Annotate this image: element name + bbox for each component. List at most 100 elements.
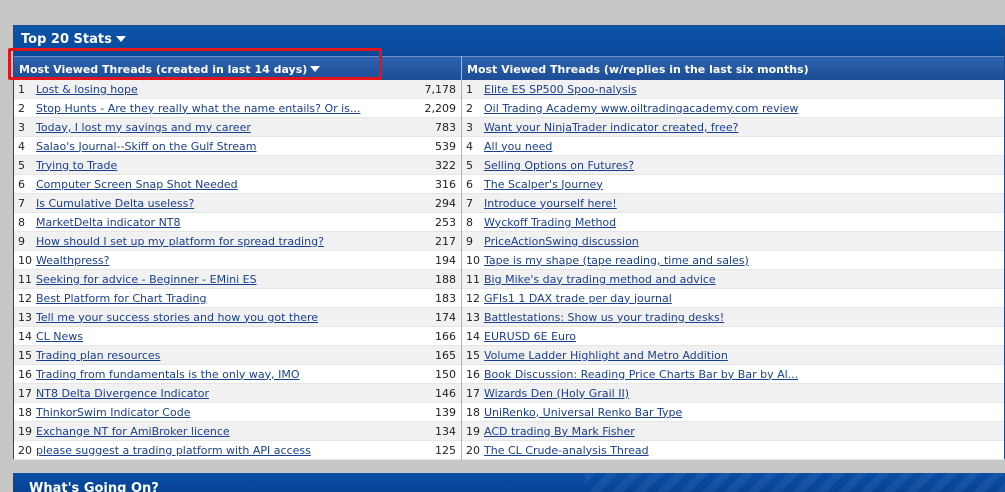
thread-link[interactable]: Battlestations: Show us your trading des… bbox=[484, 311, 1004, 324]
thread-link[interactable]: Today, I lost my savings and my career bbox=[36, 121, 401, 134]
thread-row: 6 The Scalper's Journey bbox=[462, 175, 1004, 194]
thread-link[interactable]: All you need bbox=[484, 140, 1004, 153]
thread-link[interactable]: Exchange NT for AmiBroker licence bbox=[36, 425, 401, 438]
thread-rank: 19 bbox=[18, 424, 32, 438]
thread-link[interactable]: Wyckoff Trading Method bbox=[484, 216, 1004, 229]
thread-link[interactable]: Elite ES SP500 Spoo-nalysis bbox=[484, 83, 1004, 96]
thread-rank: 20 bbox=[18, 443, 32, 457]
right-column-header: Most Viewed Threads (w/replies in the la… bbox=[462, 56, 1004, 80]
stats-columns: Most Viewed Threads (created in last 14 … bbox=[14, 56, 1004, 460]
left-column: Most Viewed Threads (created in last 14 … bbox=[14, 56, 461, 460]
thread-rank: 7 bbox=[466, 196, 473, 210]
thread-rank: 5 bbox=[18, 158, 25, 172]
thread-views: 253 bbox=[435, 215, 456, 229]
whats-going-on-header: What's Going On? bbox=[13, 473, 1005, 492]
thread-link[interactable]: Stop Hunts - Are they really what the na… bbox=[36, 102, 401, 115]
thread-link[interactable]: GFIs1 1 DAX trade per day journal bbox=[484, 292, 1004, 305]
header-decoration bbox=[585, 473, 1005, 492]
thread-link[interactable]: NT8 Delta Divergence Indicator bbox=[36, 387, 401, 400]
thread-row: 10 Wealthpress? 194 bbox=[14, 251, 461, 270]
thread-link[interactable]: Wizards Den (Holy Grail II) bbox=[484, 387, 1004, 400]
thread-views: 217 bbox=[435, 234, 456, 248]
thread-link[interactable]: Volume Ladder Highlight and Metro Additi… bbox=[484, 349, 1004, 362]
thread-link[interactable]: The CL Crude-analysis Thread bbox=[484, 444, 1004, 457]
thread-rank: 2 bbox=[466, 101, 473, 115]
thread-rank: 1 bbox=[18, 82, 25, 96]
thread-link[interactable]: Is Cumulative Delta useless? bbox=[36, 197, 401, 210]
thread-link[interactable]: Selling Options on Futures? bbox=[484, 159, 1004, 172]
top-stats-panel: Top 20 Stats Most Viewed Threads (create… bbox=[13, 25, 1005, 460]
thread-link[interactable]: Lost & losing hope bbox=[36, 83, 401, 96]
thread-link[interactable]: How should I set up my platform for spre… bbox=[36, 235, 401, 248]
thread-link[interactable]: Computer Screen Snap Shot Needed bbox=[36, 178, 401, 191]
thread-link[interactable]: Best Platform for Chart Trading bbox=[36, 292, 401, 305]
thread-views: 139 bbox=[435, 405, 456, 419]
thread-row: 5 Selling Options on Futures? bbox=[462, 156, 1004, 175]
thread-views: 183 bbox=[435, 291, 456, 305]
thread-row: 10 Tape is my shape (tape reading, time a… bbox=[462, 251, 1004, 270]
thread-rank: 7 bbox=[18, 196, 25, 210]
thread-link[interactable]: Want your NinjaTrader indicator created,… bbox=[484, 121, 1004, 134]
thread-rank: 10 bbox=[18, 253, 32, 267]
thread-link[interactable]: CL News bbox=[36, 330, 401, 343]
thread-rank: 11 bbox=[18, 272, 32, 286]
thread-row: 19 Exchange NT for AmiBroker licence 134 bbox=[14, 422, 461, 441]
thread-views: 146 bbox=[435, 386, 456, 400]
thread-link[interactable]: Wealthpress? bbox=[36, 254, 401, 267]
thread-link[interactable]: Seeking for advice - Beginner - EMini ES bbox=[36, 273, 401, 286]
thread-row: 13 Battlestations: Show us your trading d… bbox=[462, 308, 1004, 327]
thread-rank: 9 bbox=[18, 234, 25, 248]
thread-views: 539 bbox=[435, 139, 456, 153]
thread-link[interactable]: Introduce yourself here! bbox=[484, 197, 1004, 210]
left-column-header[interactable]: Most Viewed Threads (created in last 14 … bbox=[14, 56, 461, 80]
thread-link[interactable]: Trying to Trade bbox=[36, 159, 401, 172]
thread-row: 14 CL News 166 bbox=[14, 327, 461, 346]
thread-link[interactable]: please suggest a trading platform with A… bbox=[36, 444, 401, 457]
thread-row: 3 Today, I lost my savings and my career 7… bbox=[14, 118, 461, 137]
thread-row: 20 please suggest a trading platform with… bbox=[14, 441, 461, 460]
thread-link[interactable]: Tell me your success stories and how you… bbox=[36, 311, 401, 324]
thread-views: 125 bbox=[435, 443, 456, 457]
thread-rank: 8 bbox=[18, 215, 25, 229]
thread-rank: 13 bbox=[466, 310, 480, 324]
thread-row: 1 Lost & losing hope 7,178 bbox=[14, 80, 461, 99]
thread-link[interactable]: Big Mike's day trading method and advice bbox=[484, 273, 1004, 286]
thread-link[interactable]: Salao's Journal--Skiff on the Gulf Strea… bbox=[36, 140, 401, 153]
thread-link[interactable]: ACD trading By Mark Fisher bbox=[484, 425, 1004, 438]
thread-row: 4 All you need bbox=[462, 137, 1004, 156]
thread-rank: 15 bbox=[18, 348, 32, 362]
left-thread-list: 1 Lost & losing hope 7,178 2 Stop Hunts - Ar… bbox=[14, 80, 461, 460]
thread-link[interactable]: MarketDelta indicator NT8 bbox=[36, 216, 401, 229]
thread-link[interactable]: Oil Trading Academy www.oiltradingacadem… bbox=[484, 102, 1004, 115]
thread-link[interactable]: Trading plan resources bbox=[36, 349, 401, 362]
thread-row: 3 Want your NinjaTrader indicator created… bbox=[462, 118, 1004, 137]
thread-row: 19 ACD trading By Mark Fisher bbox=[462, 422, 1004, 441]
thread-views: 322 bbox=[435, 158, 456, 172]
thread-row: 15 Trading plan resources 165 bbox=[14, 346, 461, 365]
thread-rank: 14 bbox=[18, 329, 32, 343]
right-thread-list: 1 Elite ES SP500 Spoo-nalysis 2 Oil Trading… bbox=[462, 80, 1004, 460]
thread-row: 17 NT8 Delta Divergence Indicator 146 bbox=[14, 384, 461, 403]
top-stats-header[interactable]: Top 20 Stats bbox=[14, 26, 1004, 56]
thread-link[interactable]: ThinkorSwim Indicator Code bbox=[36, 406, 401, 419]
thread-row: 11 Big Mike's day trading method and advi… bbox=[462, 270, 1004, 289]
thread-views: 783 bbox=[435, 120, 456, 134]
thread-link[interactable]: PriceActionSwing discussion bbox=[484, 235, 1004, 248]
right-column: Most Viewed Threads (w/replies in the la… bbox=[461, 56, 1004, 460]
thread-rank: 6 bbox=[18, 177, 25, 191]
thread-link[interactable]: Book Discussion: Reading Price Charts Ba… bbox=[484, 368, 1004, 381]
caret-down-icon[interactable] bbox=[310, 66, 321, 72]
caret-down-icon[interactable] bbox=[115, 35, 126, 42]
thread-rank: 9 bbox=[466, 234, 473, 248]
thread-link[interactable]: The Scalper's Journey bbox=[484, 178, 1004, 191]
thread-link[interactable]: UniRenko, Universal Renko Bar Type bbox=[484, 406, 1004, 419]
thread-row: 15 Volume Ladder Highlight and Metro Addi… bbox=[462, 346, 1004, 365]
thread-link[interactable]: Trading from fundamentals is the only wa… bbox=[36, 368, 401, 381]
thread-row: 18 UniRenko, Universal Renko Bar Type bbox=[462, 403, 1004, 422]
thread-rank: 3 bbox=[18, 120, 25, 134]
thread-row: 11 Seeking for advice - Beginner - EMini … bbox=[14, 270, 461, 289]
thread-link[interactable]: Tape is my shape (tape reading, time and… bbox=[484, 254, 1004, 267]
thread-views: 134 bbox=[435, 424, 456, 438]
thread-views: 166 bbox=[435, 329, 456, 343]
thread-link[interactable]: EURUSD 6E Euro bbox=[484, 330, 1004, 343]
